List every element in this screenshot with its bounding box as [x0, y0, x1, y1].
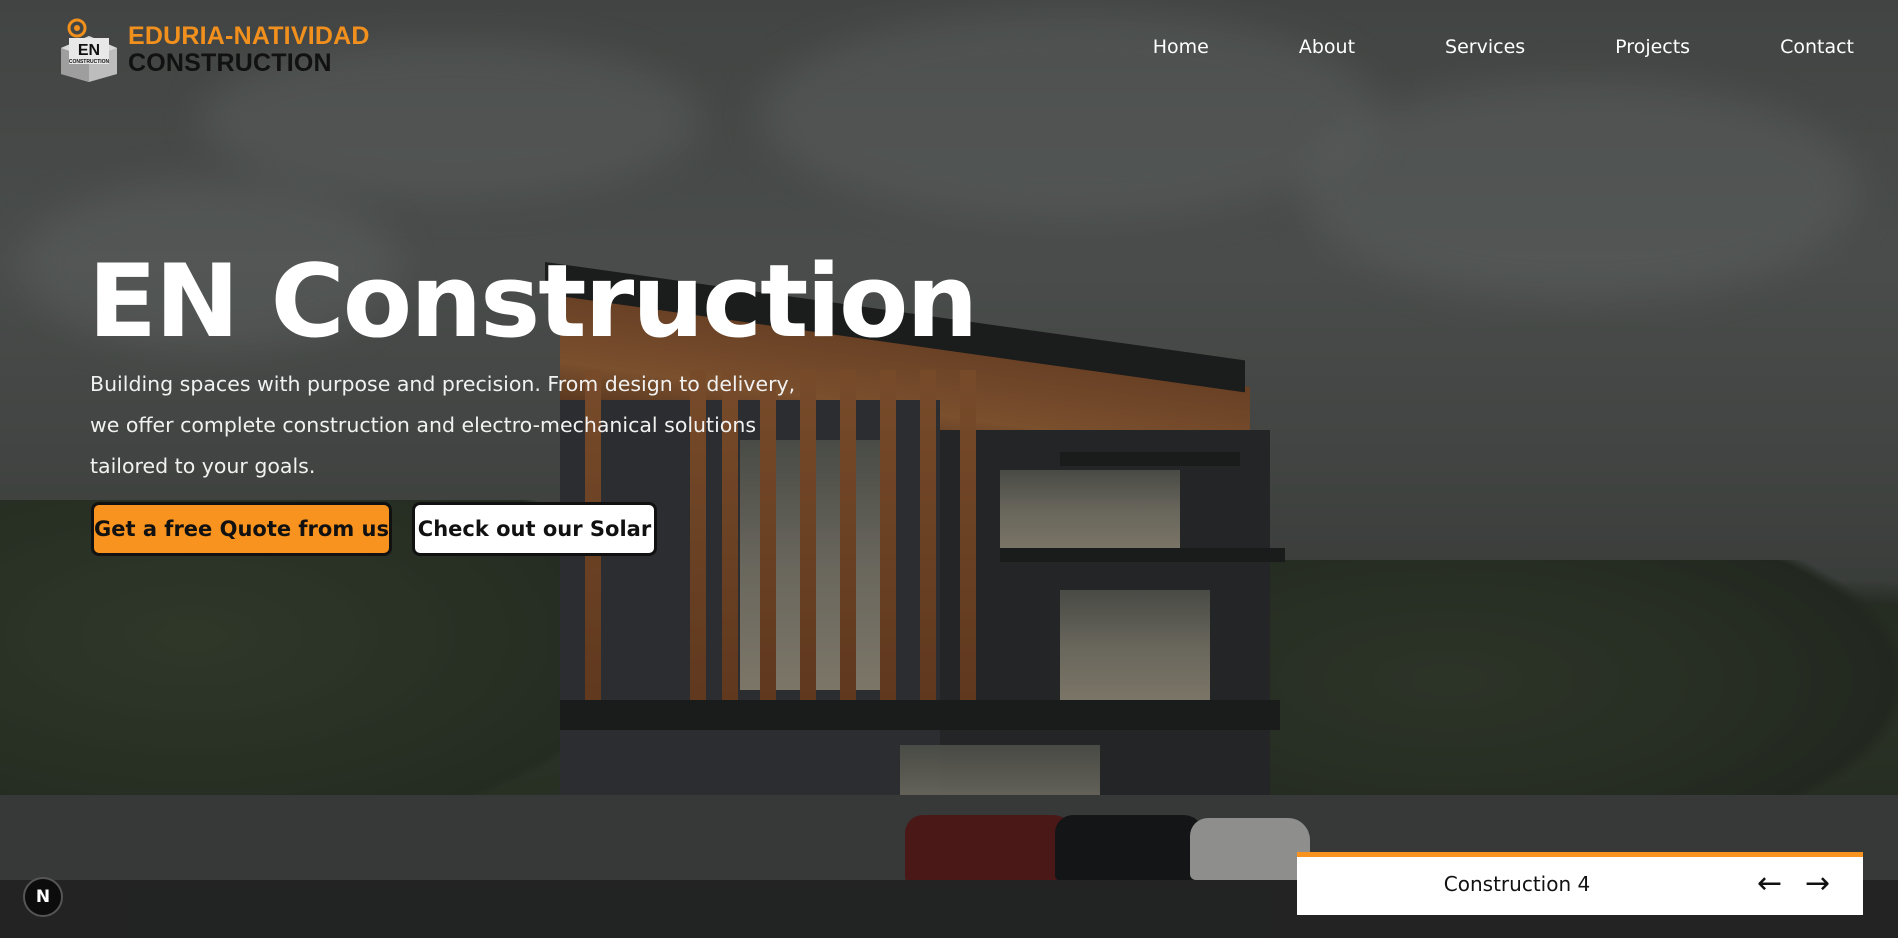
logo-company-type: CONSTRUCTION: [128, 49, 332, 77]
arrow-right-icon[interactable]: →: [1805, 869, 1830, 899]
nav-about[interactable]: About: [1299, 36, 1355, 58]
slider-caption-card: Construction 4 ← →: [1297, 852, 1863, 915]
nav-projects[interactable]: Projects: [1615, 36, 1690, 58]
get-quote-button[interactable]: Get a free Quote from us: [91, 502, 392, 556]
arrow-left-icon[interactable]: ←: [1757, 869, 1782, 899]
solar-button[interactable]: Check out our Solar: [412, 502, 657, 556]
nav-home[interactable]: Home: [1153, 36, 1209, 58]
svg-text:CONSTRUCTION: CONSTRUCTION: [69, 59, 110, 65]
hero-description: Building spaces with purpose and precisi…: [90, 372, 796, 478]
logo-mark-icon: EN CONSTRUCTION: [61, 18, 117, 82]
main-navigation: Home About Services Projects Contact: [1063, 36, 1854, 58]
hero-title: EN Construction: [88, 242, 978, 360]
slider-label: Construction 4: [1443, 872, 1591, 896]
nav-services[interactable]: Services: [1445, 36, 1525, 58]
svg-text:EN: EN: [78, 42, 100, 59]
site-logo[interactable]: EN CONSTRUCTION EDURIA-NATIVIDAD CONSTRU…: [55, 16, 375, 82]
nav-contact[interactable]: Contact: [1780, 36, 1854, 58]
logo-company-name: EDURIA-NATIVIDAD: [128, 22, 370, 50]
dev-tools-badge[interactable]: N: [23, 877, 63, 917]
